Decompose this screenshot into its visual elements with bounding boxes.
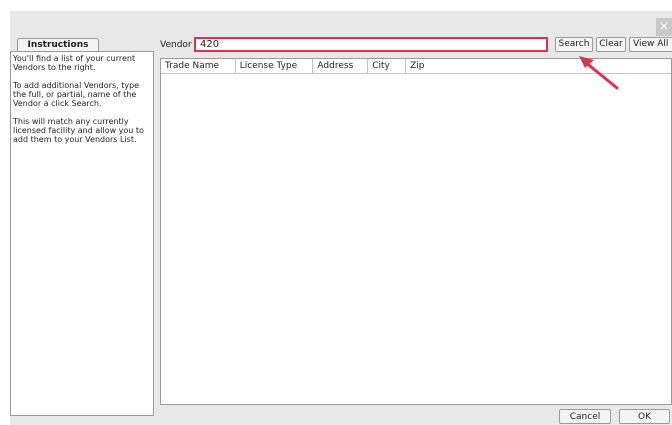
- column-header-city[interactable]: City: [368, 59, 407, 73]
- vendor-results-table: Trade Name License Type Address City Zip: [160, 58, 672, 405]
- ok-button[interactable]: OK: [619, 409, 670, 424]
- column-header-zip[interactable]: Zip: [406, 59, 671, 73]
- close-icon[interactable]: ✕: [656, 18, 672, 36]
- instructions-paragraph: You'll find a list of your current Vendo…: [13, 54, 136, 72]
- vendor-search-input[interactable]: [194, 37, 548, 52]
- column-header-license-type[interactable]: License Type: [236, 59, 314, 73]
- instructions-paragraph: This will match any currently licensed f…: [13, 117, 144, 144]
- instructions-paragraph: To add additional Vendors, type the full…: [13, 81, 140, 108]
- annotation-arrow-icon: [579, 56, 619, 90]
- column-header-address[interactable]: Address: [313, 59, 369, 73]
- vendor-dialog: ✕ Instructions You'll find a list of you…: [10, 11, 672, 425]
- instructions-panel: You'll find a list of your current Vendo…: [10, 51, 154, 416]
- clear-button[interactable]: Clear: [596, 37, 626, 52]
- column-header-trade-name[interactable]: Trade Name: [161, 59, 236, 73]
- view-all-button[interactable]: View All: [629, 37, 672, 52]
- search-button[interactable]: Search: [555, 37, 593, 52]
- cancel-button[interactable]: Cancel: [559, 409, 611, 424]
- vendor-label: Vendor: [160, 40, 192, 50]
- tab-instructions[interactable]: Instructions: [17, 38, 99, 52]
